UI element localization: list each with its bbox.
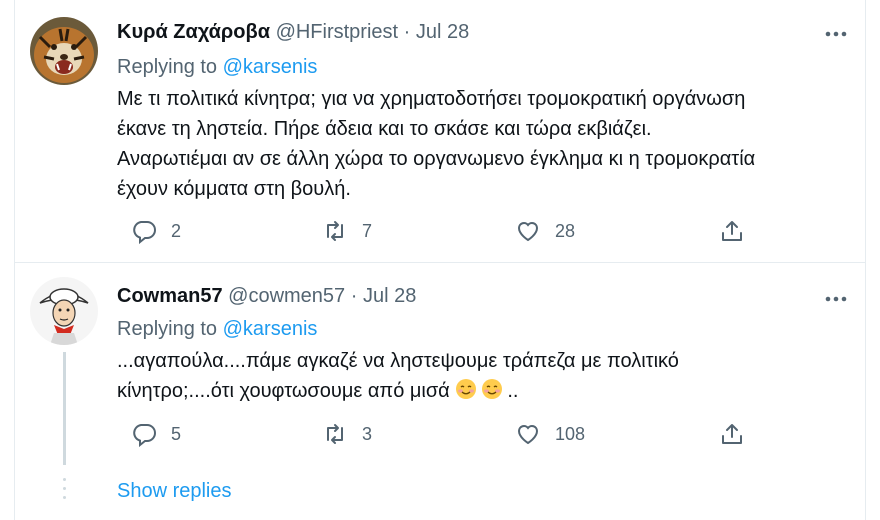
retweet-button[interactable]: 7 xyxy=(322,216,372,246)
share-icon xyxy=(722,424,742,444)
tweet[interactable]: Κυρά Ζαχάροβα @HFirstpriest · Jul 28 Rep… xyxy=(15,0,865,263)
separator: · xyxy=(350,285,358,307)
thread-connector-line xyxy=(63,352,66,465)
tweet-text: Με τι πολιτικά κίνητρα; για να χρηματοδο… xyxy=(117,88,756,200)
tweet-date[interactable]: Jul 28 xyxy=(416,21,469,43)
retweet-button[interactable]: 3 xyxy=(322,419,372,449)
reply-icon xyxy=(133,221,156,244)
replying-label: Replying to xyxy=(117,56,223,78)
cartoon-cowboy-avatar[interactable] xyxy=(30,277,98,345)
tweet-actions: 2 7 28 xyxy=(117,216,852,246)
share-button[interactable] xyxy=(719,419,745,449)
user-handle[interactable]: @cowmen57 xyxy=(228,285,345,307)
tweet-actions: 5 3 108 xyxy=(117,419,852,449)
tweet-header: Κυρά Ζαχάροβα @HFirstpriest · Jul 28 xyxy=(117,20,469,44)
reply-button[interactable]: 5 xyxy=(131,419,181,449)
tweet-header: Cowman57 @cowmen57 · Jul 28 xyxy=(117,284,416,308)
like-button[interactable]: 28 xyxy=(515,216,575,246)
thread-dots xyxy=(63,478,66,506)
retweet-icon xyxy=(327,221,343,241)
display-name[interactable]: Κυρά Ζαχάροβα xyxy=(117,21,270,43)
more-options-icon[interactable] xyxy=(821,287,851,311)
retweet-count: 7 xyxy=(362,220,373,241)
smiling-face-emoji-icon xyxy=(482,379,503,399)
share-button[interactable] xyxy=(719,216,745,246)
replying-to: Replying to @karsenis xyxy=(117,317,317,341)
timeline: Κυρά Ζαχάροβα @HFirstpriest · Jul 28 Rep… xyxy=(14,0,866,520)
replying-label: Replying to xyxy=(117,318,223,340)
like-count: 108 xyxy=(555,423,586,444)
more-options-icon[interactable] xyxy=(821,22,851,46)
replying-to-handle[interactable]: @karsenis xyxy=(223,318,318,340)
smiling-face-emoji-icon xyxy=(456,379,477,399)
tweet-text: ...αγαπούλα....πάμε αγκαζέ να ληστεψουμε… xyxy=(117,346,852,406)
reply-count: 2 xyxy=(171,220,182,241)
show-replies-link[interactable]: Show replies xyxy=(117,478,232,504)
retweet-count: 3 xyxy=(362,423,373,444)
replying-to-handle[interactable]: @karsenis xyxy=(223,56,318,78)
heart-icon xyxy=(517,222,539,242)
retweet-icon xyxy=(327,424,343,444)
tweet-text-suffix: .. xyxy=(507,380,519,402)
tweet[interactable]: Cowman57 @cowmen57 · Jul 28 Replying to … xyxy=(15,263,865,478)
like-button[interactable]: 108 xyxy=(515,419,585,449)
tiger-avatar[interactable] xyxy=(30,17,98,85)
heart-icon xyxy=(517,425,539,445)
separator: · xyxy=(403,21,411,43)
reply-button[interactable]: 2 xyxy=(131,216,181,246)
replying-to: Replying to @karsenis xyxy=(117,55,317,79)
reply-count: 5 xyxy=(171,423,182,444)
user-handle[interactable]: @HFirstpriest xyxy=(276,21,399,43)
reply-icon xyxy=(133,424,156,447)
tweet-text-content: ...αγαπούλα....πάμε αγκαζέ να ληστεψουμε… xyxy=(117,350,679,402)
tweet-date[interactable]: Jul 28 xyxy=(363,285,416,307)
display-name[interactable]: Cowman57 xyxy=(117,285,223,307)
like-count: 28 xyxy=(555,220,576,241)
share-icon xyxy=(722,221,742,241)
